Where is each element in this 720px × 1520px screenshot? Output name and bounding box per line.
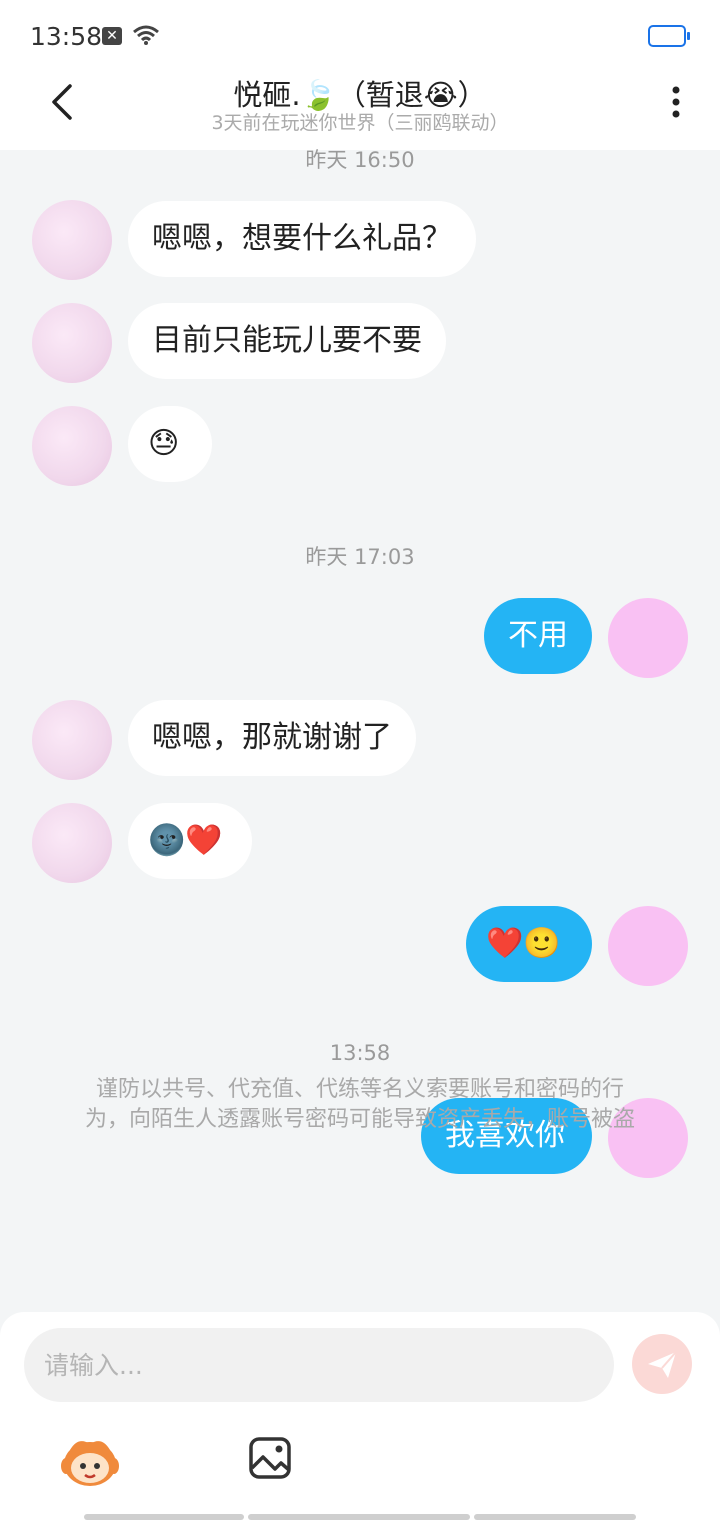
image-icon[interactable] xyxy=(248,1436,292,1480)
chat-subtitle: 3天前在玩迷你世界（三丽鸥联动） xyxy=(211,112,509,134)
message-bubble-incoming[interactable]: 🌚❤️ xyxy=(128,803,252,879)
contact-avatar[interactable] xyxy=(32,200,112,280)
user-avatar[interactable] xyxy=(608,906,688,986)
home-indicator xyxy=(474,1514,636,1520)
send-button[interactable] xyxy=(632,1334,692,1394)
battery-icon xyxy=(648,25,690,47)
status-time: 13:58 xyxy=(30,22,103,51)
security-warning-line: 谨防以共号、代充值、代练等名义索要账号和密码的行 xyxy=(95,1077,624,1102)
contact-avatar[interactable] xyxy=(32,303,112,383)
timestamp: 昨天 17:03 xyxy=(305,545,415,569)
message-input[interactable] xyxy=(24,1328,614,1402)
message-bubble-incoming[interactable]: 嗯嗯，想要什么礼品？ xyxy=(128,201,476,277)
security-warning: 谨防以共号、代充值、代练等名义索要账号和密码的行 为，向陌生人透露账号密码可能导… xyxy=(50,1075,670,1135)
message-bubble-incoming[interactable]: 嗯嗯，那就谢谢了 xyxy=(128,700,416,776)
contact-avatar[interactable] xyxy=(32,406,112,486)
security-warning-line: 为，向陌生人透露账号密码可能导致资产丢失，账号被盗 xyxy=(84,1107,635,1132)
contact-avatar[interactable] xyxy=(32,803,112,883)
user-avatar[interactable] xyxy=(608,598,688,678)
message-bubble-incoming[interactable]: 😓 xyxy=(128,406,212,482)
timestamp: 昨天 16:50 xyxy=(305,148,415,172)
notification-x-icon: ✕ xyxy=(102,27,122,45)
send-icon xyxy=(648,1351,677,1378)
home-indicator xyxy=(84,1514,244,1520)
status-bar: 13:58 ✕ xyxy=(0,0,720,72)
home-indicator xyxy=(248,1514,470,1520)
more-icon[interactable] xyxy=(664,82,688,122)
message-list[interactable]: 昨天 16:50 嗯嗯，想要什么礼品？ 目前只能玩儿要不要 😓 昨天 17:03… xyxy=(0,148,720,1310)
contact-avatar[interactable] xyxy=(32,700,112,780)
timestamp: 13:58 xyxy=(329,1041,391,1065)
wifi-icon xyxy=(133,25,159,45)
chat-header: 悦砸.🍃（暂退😭） 3天前在玩迷你世界（三丽鸥联动） xyxy=(0,72,720,150)
mascot-icon[interactable] xyxy=(60,1434,120,1490)
message-bubble-outgoing[interactable]: ❤️🙂 xyxy=(466,906,592,982)
message-bubble-incoming[interactable]: 目前只能玩儿要不要 xyxy=(128,303,446,379)
message-bubble-outgoing[interactable]: 不用 xyxy=(484,598,592,674)
composer-panel xyxy=(0,1312,720,1520)
